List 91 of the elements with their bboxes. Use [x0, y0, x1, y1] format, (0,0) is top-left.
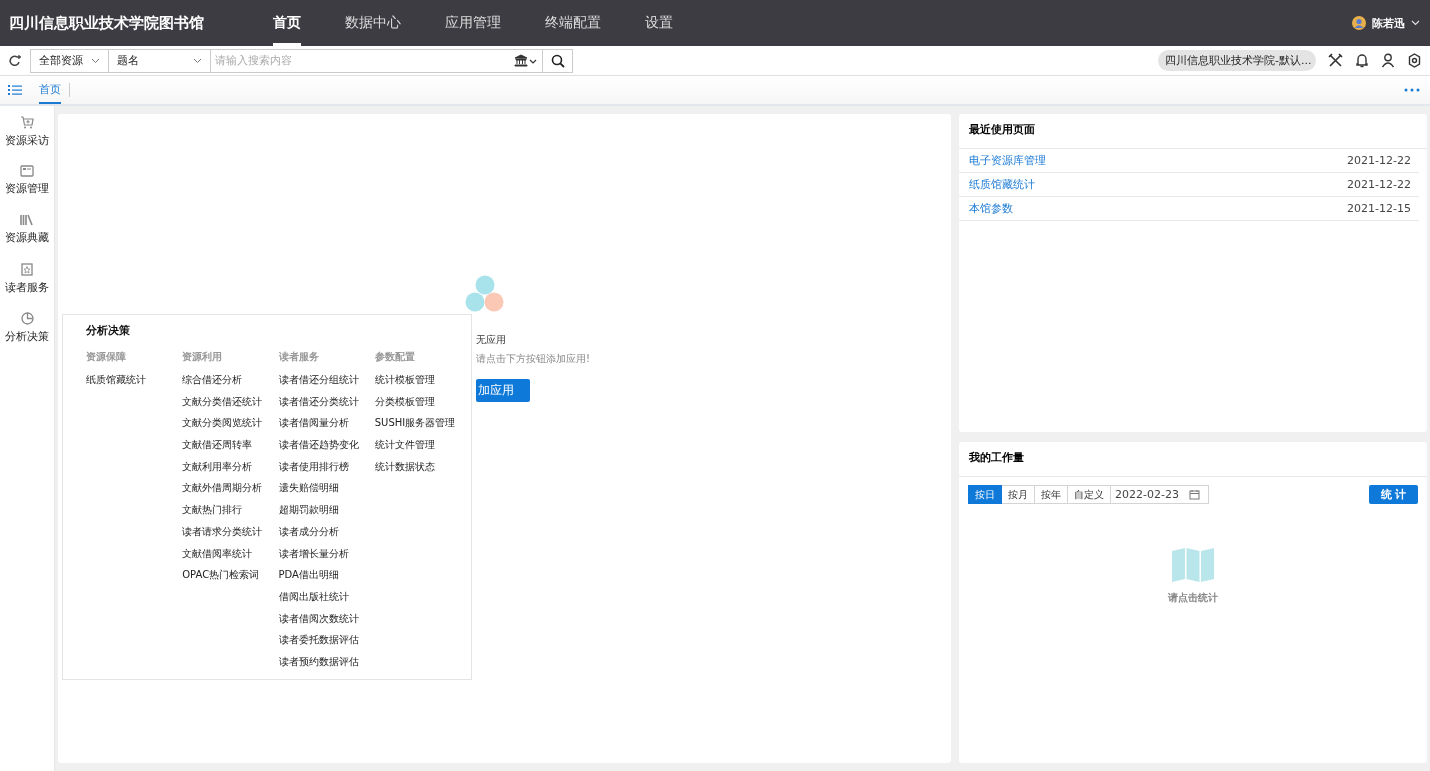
- column-heading: 读者服务: [278, 350, 320, 364]
- menu-item[interactable]: 文献利用率分析: [182, 459, 279, 482]
- menu-item[interactable]: 文献借阅率统计: [182, 546, 279, 569]
- app-title: 四川信息职业技术学院图书馆: [8, 13, 205, 33]
- menu-item[interactable]: 文献分类借还统计: [182, 394, 279, 417]
- sidebar-item[interactable]: 分析决策: [0, 312, 54, 361]
- nav-tab[interactable]: 数据中心: [323, 0, 423, 46]
- refresh-icon[interactable]: [8, 53, 22, 68]
- user-icon[interactable]: [1381, 53, 1395, 68]
- menu-item[interactable]: 综合借还分析: [182, 373, 279, 395]
- menu-item[interactable]: 文献热门排行: [182, 503, 279, 525]
- map-icon: [1172, 548, 1214, 582]
- add-app-button[interactable]: 加应用: [476, 379, 530, 402]
- empty-hint: 请点击下方按钮添加应用!: [476, 352, 590, 366]
- menu-item[interactable]: 统计模板管理: [374, 373, 471, 395]
- sidebar-item[interactable]: 资源典藏: [0, 214, 54, 263]
- date-text: 2021-12-22: [1347, 178, 1411, 191]
- column-heading: 资源保障: [86, 350, 127, 364]
- menu-item[interactable]: 读者使用排行榜: [278, 459, 375, 482]
- sidebar-item[interactable]: 资源管理: [0, 165, 54, 214]
- user-name[interactable]: 陈若迅: [1372, 15, 1405, 31]
- menu-item[interactable]: SUSHI服务器管理: [374, 416, 471, 439]
- menu-item[interactable]: 读者预约数据评估: [278, 654, 375, 677]
- menu-item[interactable]: 读者委托数据评估: [278, 633, 375, 655]
- caret-icon[interactable]: [193, 57, 202, 64]
- menu-item[interactable]: 读者借还分类统计: [278, 394, 375, 417]
- search-button[interactable]: [543, 48, 573, 73]
- search-field[interactable]: 请输入搜索内容: [210, 48, 543, 73]
- panel-title: 最近使用页面: [959, 114, 1427, 149]
- more-icon[interactable]: [1404, 88, 1420, 92]
- library-select[interactable]: 四川信息职业技术学院-默认...: [1158, 50, 1316, 71]
- period-toggle[interactable]: 按月: [1002, 485, 1035, 504]
- panel-title: 我的工作量: [959, 442, 1427, 477]
- column-heading: 参数配置: [374, 350, 416, 364]
- period-toggle[interactable]: 自定义: [1068, 485, 1111, 504]
- menu-item[interactable]: 读者借还趋势变化: [278, 438, 375, 460]
- menu-item[interactable]: 读者借阅次数统计: [278, 611, 375, 634]
- menu-item[interactable]: 文献外借周期分析: [182, 481, 279, 504]
- empty-apps-icon: [465, 275, 505, 313]
- menu-icon[interactable]: [8, 84, 22, 96]
- nav-tab[interactable]: 设置: [623, 0, 695, 46]
- menu-item[interactable]: 读者请求分类统计: [182, 524, 279, 547]
- page-link[interactable]: 电子资源库管理: [969, 153, 1046, 168]
- menu-item[interactable]: 读者借还分组统计: [278, 373, 375, 395]
- search-icon[interactable]: [550, 53, 565, 68]
- popup-title: 分析决策: [86, 323, 131, 338]
- menu-item[interactable]: 统计数据状态: [374, 459, 471, 482]
- period-toggle[interactable]: 按年: [1035, 485, 1068, 504]
- tools-icon[interactable]: [1328, 53, 1343, 68]
- date-text: 2021-12-15: [1347, 202, 1411, 215]
- caret-icon[interactable]: [91, 57, 100, 64]
- period-toggle[interactable]: 按日: [968, 485, 1002, 504]
- date-text: 2021-12-22: [1347, 154, 1411, 167]
- stat-button[interactable]: 统 计: [1369, 485, 1418, 504]
- nav-tab[interactable]: 终端配置: [523, 0, 623, 46]
- menu-item[interactable]: 借阅出版社统计: [278, 589, 375, 612]
- menu-item[interactable]: 读者成分分析: [278, 524, 375, 547]
- books-icon: [20, 214, 34, 226]
- page-tab[interactable]: 首页: [39, 76, 61, 104]
- menu-item[interactable]: OPAC热门检索词: [182, 568, 279, 590]
- card-icon: [20, 165, 34, 177]
- bell-icon[interactable]: [1355, 53, 1369, 68]
- menu-item[interactable]: 文献分类阅览统计: [182, 416, 279, 439]
- empty-hint: 请点击统计: [1168, 591, 1218, 605]
- avatar-icon[interactable]: [1352, 16, 1366, 30]
- page-link[interactable]: 本馆参数: [969, 201, 1013, 216]
- menu-item[interactable]: 文献借还周转率: [182, 438, 279, 460]
- menu-item[interactable]: 读者借阅量分析: [278, 416, 375, 439]
- menu-item[interactable]: 纸质馆藏统计: [86, 373, 183, 395]
- field-select[interactable]: 题名: [108, 48, 210, 73]
- scope-select[interactable]: 全部资源: [30, 48, 108, 73]
- calendar-icon[interactable]: [1188, 489, 1200, 500]
- empty-title: 无应用: [476, 333, 506, 347]
- menu-item[interactable]: PDA借出明细: [278, 568, 375, 590]
- nav-tab[interactable]: 应用管理: [423, 0, 523, 46]
- column-heading: 资源利用: [182, 350, 224, 364]
- menu-item[interactable]: 读者增长量分析: [278, 546, 375, 569]
- sidebar-item[interactable]: 资源采访: [0, 116, 54, 165]
- reader-icon: [21, 263, 33, 276]
- page-link[interactable]: 纸质馆藏统计: [969, 177, 1035, 192]
- nav-tab[interactable]: 首页: [264, 0, 323, 46]
- menu-item[interactable]: 超期罚款明细: [278, 503, 375, 525]
- menu-item[interactable]: 分类模板管理: [374, 394, 471, 417]
- library-icon[interactable]: [514, 54, 538, 67]
- cart-icon: [20, 116, 34, 129]
- settings-icon[interactable]: [1407, 53, 1422, 68]
- menu-item[interactable]: 遗失赔偿明细: [278, 481, 375, 504]
- date-field[interactable]: 2022-02-23: [1111, 485, 1209, 504]
- pie-icon: [20, 312, 34, 325]
- menu-item[interactable]: 统计文件管理: [374, 438, 471, 460]
- sidebar-item[interactable]: 读者服务: [0, 263, 54, 312]
